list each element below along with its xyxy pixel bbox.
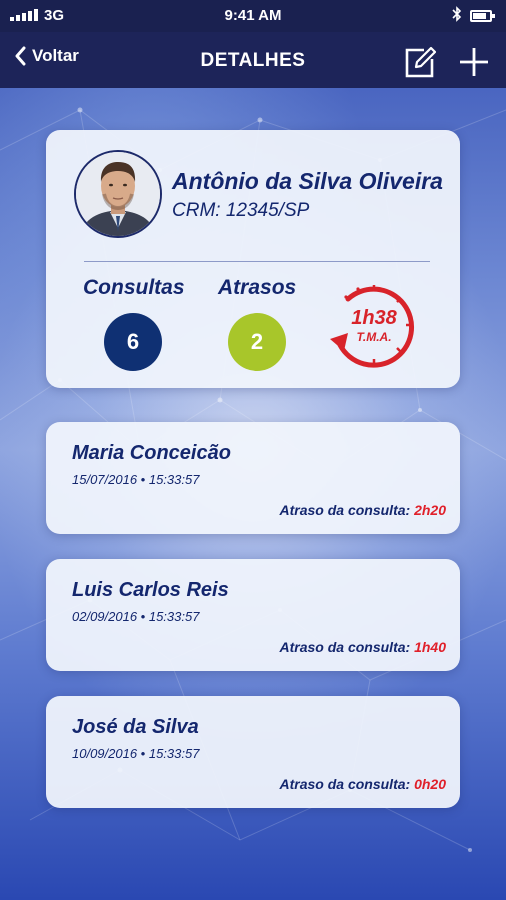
doctor-name: Antônio da Silva Oliveira (172, 168, 443, 194)
status-time: 9:41 AM (224, 7, 282, 24)
patient-datetime: 15/07/2016 • 15:33:57 (72, 472, 200, 487)
patient-card[interactable]: Luis Carlos Reis 02/09/2016 • 15:33:57 A… (46, 559, 460, 671)
tma-label: T.M.A. (356, 330, 392, 344)
tma-value: 1h38 (351, 307, 397, 329)
doctor-avatar (74, 150, 162, 238)
doctor-profile-card: Antônio da Silva Oliveira CRM: 12345/SP … (46, 130, 460, 388)
patient-name: José da Silva (72, 716, 199, 738)
atrasos-label: Atrasos (218, 276, 297, 299)
patient-delay: Atraso da consulta: 1h40 (279, 639, 446, 655)
divider (84, 261, 430, 262)
plus-icon (460, 48, 488, 76)
patient-card[interactable]: Maria Conceicão 15/07/2016 • 15:33:57 At… (46, 422, 460, 534)
delay-value: 2h20 (414, 502, 446, 518)
delay-label: Atraso da consulta: (279, 776, 411, 792)
atrasos-count-badge: 2 (228, 313, 286, 371)
doctor-crm: CRM: 12345/SP (172, 200, 310, 221)
status-bar: 3G 9:41 AM (0, 0, 506, 32)
patient-name: Luis Carlos Reis (72, 579, 229, 601)
edit-icon (405, 46, 437, 78)
edit-button[interactable] (404, 46, 437, 83)
nav-bar: Voltar DETALHES (0, 32, 506, 88)
tma-indicator: 1h38 T.M.A. (322, 275, 426, 375)
delay-value: 1h40 (414, 639, 446, 655)
consultas-count-badge: 6 (104, 313, 162, 371)
delay-label: Atraso da consulta: (279, 502, 411, 518)
battery-icon (470, 10, 495, 22)
delay-label: Atraso da consulta: (279, 639, 411, 655)
bluetooth-icon (452, 6, 462, 27)
patient-datetime: 02/09/2016 • 15:33:57 (72, 609, 200, 624)
add-button[interactable] (458, 46, 490, 83)
patient-name: Maria Conceicão (72, 442, 231, 464)
patient-delay: Atraso da consulta: 2h20 (279, 502, 446, 518)
delay-value: 0h20 (414, 776, 446, 792)
battery-level (473, 13, 486, 19)
consultas-label: Consultas (83, 276, 185, 299)
patient-card[interactable]: José da Silva 10/09/2016 • 15:33:57 Atra… (46, 696, 460, 808)
patient-delay: Atraso da consulta: 0h20 (279, 776, 446, 792)
patient-datetime: 10/09/2016 • 15:33:57 (72, 746, 200, 761)
